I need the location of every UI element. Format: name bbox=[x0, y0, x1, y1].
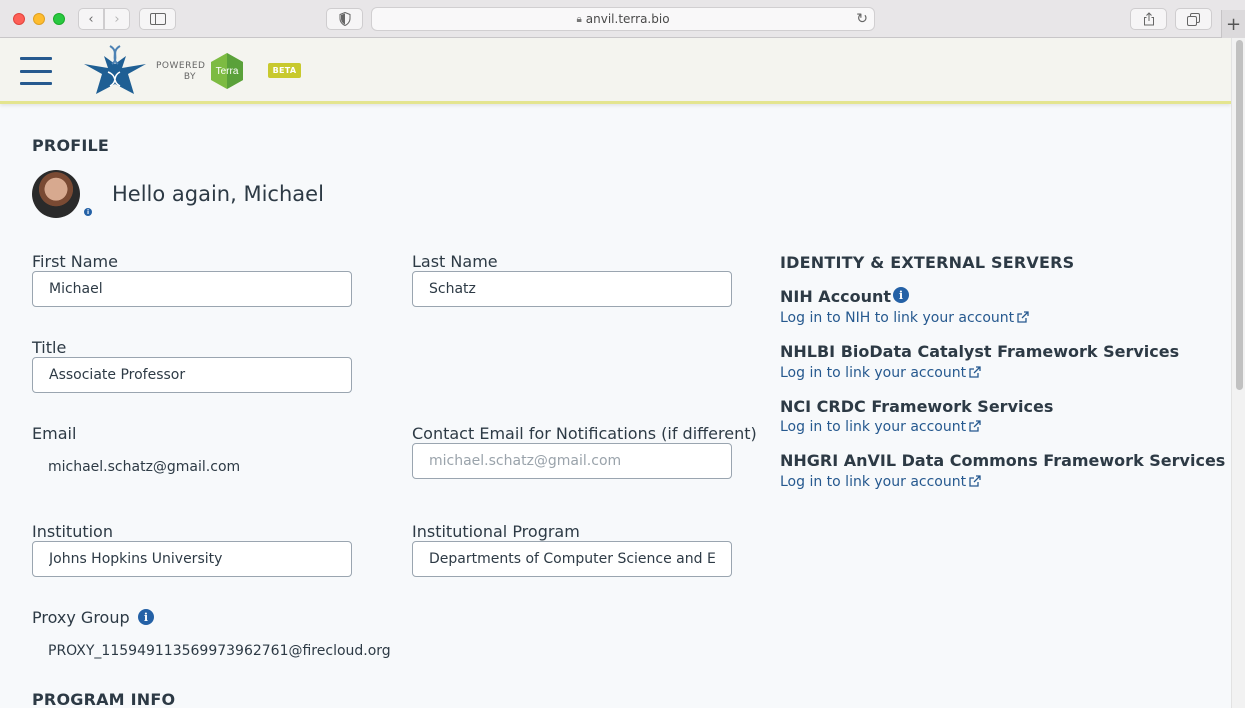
nih-account-title: NIH Account bbox=[780, 287, 892, 306]
scrollbar[interactable] bbox=[1231, 38, 1245, 708]
terra-logo-icon[interactable]: Terra bbox=[209, 52, 245, 90]
zoom-window-button[interactable] bbox=[53, 13, 65, 25]
tab-overview-button[interactable] bbox=[1175, 8, 1212, 30]
hamburger-line bbox=[20, 69, 52, 73]
proxy-info-icon[interactable]: i bbox=[138, 609, 154, 625]
avatar-info-icon[interactable]: i bbox=[84, 208, 92, 216]
first-name-field[interactable] bbox=[32, 271, 352, 307]
external-link-icon bbox=[1017, 311, 1029, 323]
external-link-icon bbox=[969, 475, 981, 487]
beta-badge: BETA bbox=[268, 63, 301, 78]
profile-section-title: PROFILE bbox=[32, 136, 110, 155]
hamburger-line bbox=[20, 82, 52, 85]
program-label: Institutional Program bbox=[412, 522, 580, 541]
lock-icon: 🔒︎ bbox=[576, 13, 582, 25]
external-link-icon bbox=[969, 366, 981, 378]
proxy-group-label: Proxy Group bbox=[32, 608, 130, 627]
proxy-group-value: PROXY_115949113569973962761@firecloud.or… bbox=[48, 643, 391, 659]
minimize-window-button[interactable] bbox=[33, 13, 45, 25]
plus-icon: + bbox=[1225, 13, 1242, 35]
avatar[interactable] bbox=[32, 170, 80, 218]
nih-link[interactable]: Log in to NIH to link your account bbox=[780, 310, 1029, 326]
powered-by-line1: POWERED bbox=[156, 61, 206, 71]
nci-title: NCI CRDC Framework Services bbox=[780, 397, 1054, 416]
last-name-field[interactable] bbox=[412, 271, 732, 307]
share-icon bbox=[1143, 12, 1154, 26]
sidebar-toggle-button[interactable] bbox=[139, 8, 176, 30]
nhgri-link[interactable]: Log in to link your account bbox=[780, 474, 981, 490]
privacy-report-button[interactable] bbox=[326, 8, 363, 30]
nhlbi-link-text: Log in to link your account bbox=[780, 365, 967, 381]
chevron-left-icon: ‹ bbox=[88, 11, 94, 27]
institution-field[interactable] bbox=[32, 541, 352, 577]
tabs-icon bbox=[1187, 12, 1200, 26]
nih-info-icon[interactable]: i bbox=[893, 287, 909, 303]
share-button[interactable] bbox=[1130, 8, 1167, 30]
hamburger-line bbox=[20, 57, 52, 60]
nci-link[interactable]: Log in to link your account bbox=[780, 419, 981, 435]
close-window-button[interactable] bbox=[13, 13, 25, 25]
new-tab-button[interactable]: + bbox=[1221, 10, 1245, 38]
title-label: Title bbox=[32, 338, 67, 357]
address-bar[interactable]: 🔒︎ anvil.terra.bio ↻ bbox=[371, 7, 875, 31]
first-name-label: First Name bbox=[32, 252, 118, 271]
contact-email-label: Contact Email for Notifications (if diff… bbox=[412, 424, 757, 443]
nci-link-text: Log in to link your account bbox=[780, 419, 967, 435]
nhgri-link-text: Log in to link your account bbox=[780, 474, 967, 490]
back-button[interactable]: ‹ bbox=[78, 8, 104, 30]
email-label: Email bbox=[32, 424, 77, 443]
institution-label: Institution bbox=[32, 522, 113, 541]
title-field[interactable] bbox=[32, 357, 352, 393]
nhlbi-link[interactable]: Log in to link your account bbox=[780, 365, 981, 381]
chevron-right-icon: › bbox=[114, 11, 120, 27]
browser-toolbar: ‹ › 🔒︎ anvil.terra.bio ↻ + bbox=[0, 0, 1245, 38]
last-name-label: Last Name bbox=[412, 252, 498, 271]
terra-label: Terra bbox=[216, 66, 239, 77]
nhgri-title: NHGRI AnVIL Data Commons Framework Servi… bbox=[780, 451, 1226, 470]
nhlbi-title: NHLBI BioData Catalyst Framework Service… bbox=[780, 342, 1180, 361]
external-link-icon bbox=[969, 420, 981, 432]
sidebar-icon bbox=[149, 13, 166, 25]
program-field[interactable] bbox=[412, 541, 732, 577]
scrollbar-thumb[interactable] bbox=[1236, 40, 1243, 390]
contact-email-field[interactable] bbox=[412, 443, 732, 479]
identity-section-title: IDENTITY & EXTERNAL SERVERS bbox=[780, 253, 1075, 272]
url-text: anvil.terra.bio bbox=[585, 12, 670, 26]
app-header: POWERED BY Terra BETA bbox=[0, 38, 1231, 104]
program-info-title: PROGRAM INFO bbox=[32, 690, 176, 708]
anvil-logo-icon[interactable] bbox=[84, 44, 146, 98]
powered-by-line2: BY bbox=[183, 72, 196, 82]
greeting: Hello again, Michael bbox=[112, 182, 324, 206]
email-value: michael.schatz@gmail.com bbox=[48, 459, 241, 475]
shield-icon bbox=[339, 12, 350, 26]
forward-button[interactable]: › bbox=[104, 8, 130, 30]
reload-icon[interactable]: ↻ bbox=[856, 11, 868, 27]
nih-link-text: Log in to NIH to link your account bbox=[780, 310, 1015, 326]
menu-button[interactable] bbox=[20, 57, 52, 85]
powered-by-text: POWERED BY bbox=[156, 61, 206, 83]
